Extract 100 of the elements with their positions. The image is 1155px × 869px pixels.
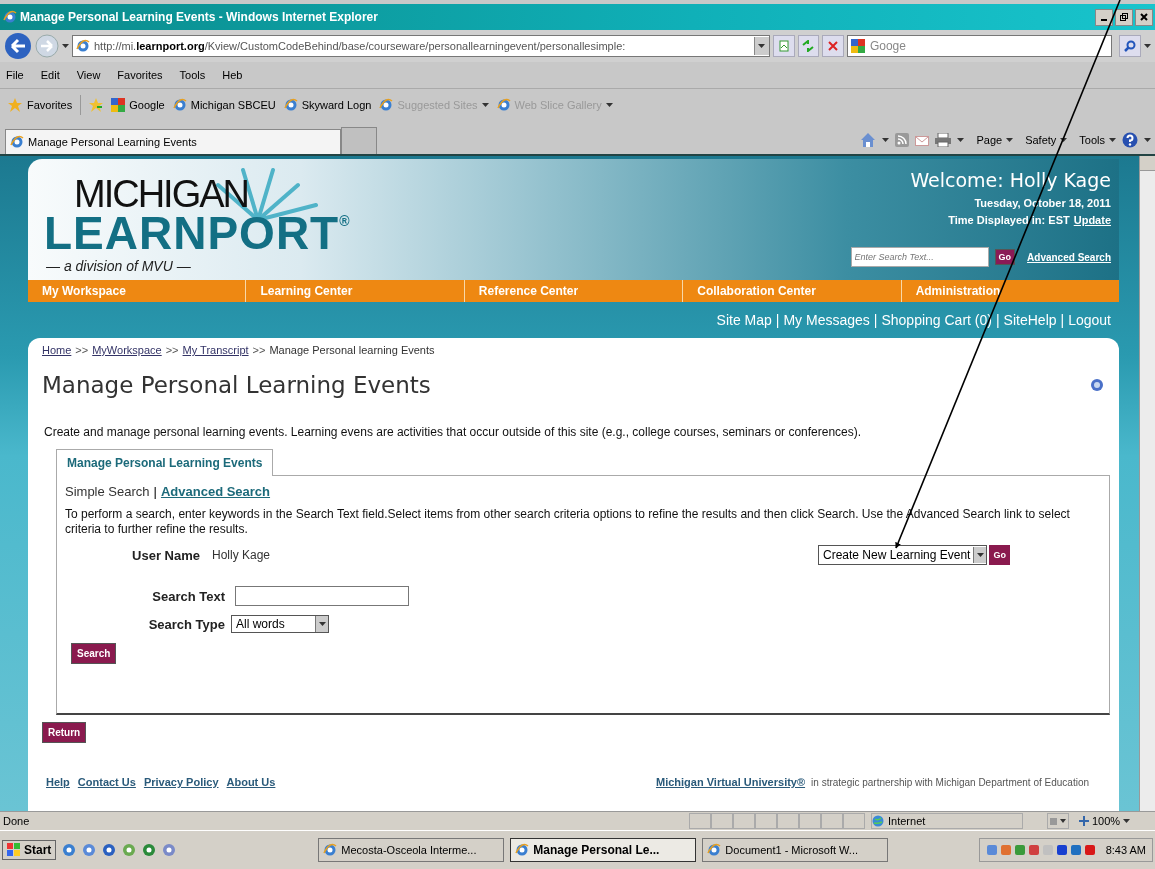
university-link[interactable]: Michigan Virtual University® bbox=[655, 776, 806, 788]
utility-link[interactable]: SiteHelp bbox=[1003, 312, 1057, 328]
advanced-search-link[interactable]: Advanced Search bbox=[1027, 251, 1111, 263]
caret-icon bbox=[62, 44, 69, 48]
protected-mode-button[interactable] bbox=[1047, 813, 1069, 829]
separator: >> bbox=[252, 344, 266, 356]
favorite-link[interactable]: Skyward Logn bbox=[283, 98, 372, 112]
field-label: User Name bbox=[131, 547, 200, 563]
address-field[interactable]: http://mi.learnport.org/Kview/CustomCodeBehind/base/courseware/personallearningevent/personallesimple: bbox=[72, 35, 770, 57]
taskbar-window[interactable]: Mecosta-Osceola Interme... bbox=[318, 838, 505, 862]
favorites-button[interactable]: Favorites bbox=[8, 98, 73, 112]
utility-link[interactable]: Site Map bbox=[716, 312, 772, 328]
menu-item[interactable]: View bbox=[76, 69, 101, 81]
tray-icon bbox=[1069, 844, 1082, 856]
globe-icon bbox=[707, 843, 722, 857]
logo-tagline: — a division of MVU — bbox=[45, 258, 191, 274]
command-menu[interactable]: Page bbox=[976, 134, 1014, 146]
tray-icon bbox=[985, 844, 998, 856]
tray-icon bbox=[1027, 844, 1040, 856]
separator: | bbox=[153, 484, 157, 499]
separator: | bbox=[995, 312, 1000, 328]
menu-item[interactable]: Favorites bbox=[117, 69, 163, 81]
search-text-field[interactable] bbox=[235, 586, 409, 606]
search-button[interactable] bbox=[1119, 35, 1141, 57]
go-button[interactable]: Go bbox=[989, 545, 1010, 565]
restore-icon bbox=[1120, 13, 1128, 21]
caret-icon bbox=[758, 44, 766, 48]
caret-icon bbox=[957, 138, 965, 142]
search-button[interactable]: Search bbox=[71, 643, 117, 664]
command-menu[interactable]: Safety bbox=[1025, 134, 1068, 146]
caret-icon bbox=[481, 103, 489, 107]
help-icon bbox=[1122, 132, 1138, 148]
status-pane bbox=[821, 813, 843, 829]
utility-link[interactable]: Logout bbox=[1068, 312, 1111, 328]
status-pane bbox=[689, 813, 711, 829]
taskbar-window[interactable]: Manage Personal Le... bbox=[510, 838, 697, 862]
home-icon bbox=[860, 132, 877, 148]
search-mode-link[interactable]: Advanced Search bbox=[160, 484, 271, 499]
menu-item[interactable]: Heb bbox=[222, 69, 243, 81]
lock-icon bbox=[1048, 816, 1068, 826]
minimize-button[interactable] bbox=[1095, 8, 1113, 26]
page-heading: Manage Personal Learning Events bbox=[42, 372, 431, 398]
command-menu[interactable]: Tools bbox=[1079, 134, 1116, 146]
separator: | bbox=[1060, 312, 1065, 328]
separator: >> bbox=[165, 344, 179, 356]
separator: | bbox=[775, 312, 780, 328]
zoom-button[interactable]: 100% bbox=[1079, 815, 1131, 827]
menu-item[interactable]: Edit bbox=[40, 69, 60, 81]
tray-icon bbox=[1013, 844, 1026, 856]
separator: >> bbox=[75, 344, 89, 356]
footer-link[interactable]: Help bbox=[46, 776, 70, 788]
refresh-button[interactable] bbox=[797, 35, 820, 57]
footer-link[interactable]: Contact Us bbox=[77, 776, 136, 788]
menu-item[interactable]: Tools bbox=[179, 69, 206, 81]
field-label: Search Type bbox=[147, 616, 225, 632]
breadcrumb-link[interactable]: My Transcript bbox=[182, 344, 249, 356]
content-tab[interactable]: Manage Personal Learning Events bbox=[56, 449, 274, 476]
favorite-link[interactable]: Google bbox=[111, 98, 165, 112]
dropdown-button[interactable] bbox=[753, 37, 769, 55]
quick-launch-button[interactable] bbox=[62, 843, 77, 857]
stop-button[interactable] bbox=[822, 35, 844, 57]
scrollbar-track[interactable] bbox=[1139, 156, 1155, 811]
start-button[interactable]: Start bbox=[2, 840, 57, 860]
status-pane bbox=[843, 813, 865, 829]
return-button[interactable]: Return bbox=[42, 722, 87, 743]
status-pane bbox=[777, 813, 799, 829]
google-icon bbox=[111, 98, 126, 112]
update-link[interactable]: Update bbox=[1073, 212, 1111, 229]
tray-icon bbox=[1055, 844, 1068, 856]
breadcrumb-current: Manage Personal learning Events bbox=[269, 344, 435, 356]
restore-button[interactable] bbox=[1115, 8, 1133, 26]
caret-icon bbox=[1006, 138, 1014, 142]
search-mode-link[interactable]: Simple Search bbox=[65, 484, 150, 499]
window-title: Manage Personal Learning Events - Windows Internet Explorer bbox=[20, 10, 379, 24]
globe-icon bbox=[872, 815, 884, 827]
close-button[interactable] bbox=[1135, 8, 1153, 26]
browser-tab[interactable]: Manage Personal Learning Events bbox=[5, 129, 341, 154]
search-type-dropdown[interactable]: All words bbox=[231, 615, 329, 633]
caret-icon bbox=[976, 553, 984, 557]
footer-link[interactable]: Privacy Policy bbox=[143, 776, 219, 788]
breadcrumb-link[interactable]: Home bbox=[42, 344, 72, 356]
quick-launch-button[interactable] bbox=[122, 843, 137, 857]
status-pane bbox=[711, 813, 733, 829]
menu-item[interactable]: File bbox=[6, 69, 24, 81]
status-pane bbox=[799, 813, 821, 829]
search-field[interactable]: Enter Search Text... bbox=[850, 247, 989, 267]
refresh-icon bbox=[802, 40, 815, 52]
utility-link[interactable]: My Messages bbox=[783, 312, 870, 328]
globe-icon bbox=[379, 98, 394, 112]
go-button[interactable]: Go bbox=[994, 249, 1016, 265]
search-field[interactable]: Googe bbox=[846, 35, 1113, 57]
timezone-text: Time Displayed in: EST bbox=[948, 213, 1070, 228]
globe-icon bbox=[323, 843, 338, 857]
taskbar-window[interactable]: Document1 - Microsoft W... bbox=[702, 838, 889, 862]
favorite-link[interactable]: Michigan SBCEU bbox=[172, 98, 276, 112]
breadcrumb-link[interactable]: MyWorkspace bbox=[92, 344, 162, 356]
help-icon bbox=[1091, 379, 1103, 391]
footer-link[interactable]: About Us bbox=[226, 776, 276, 788]
action-dropdown[interactable]: Create New Learning Event bbox=[818, 545, 988, 565]
separator: | bbox=[873, 312, 878, 328]
